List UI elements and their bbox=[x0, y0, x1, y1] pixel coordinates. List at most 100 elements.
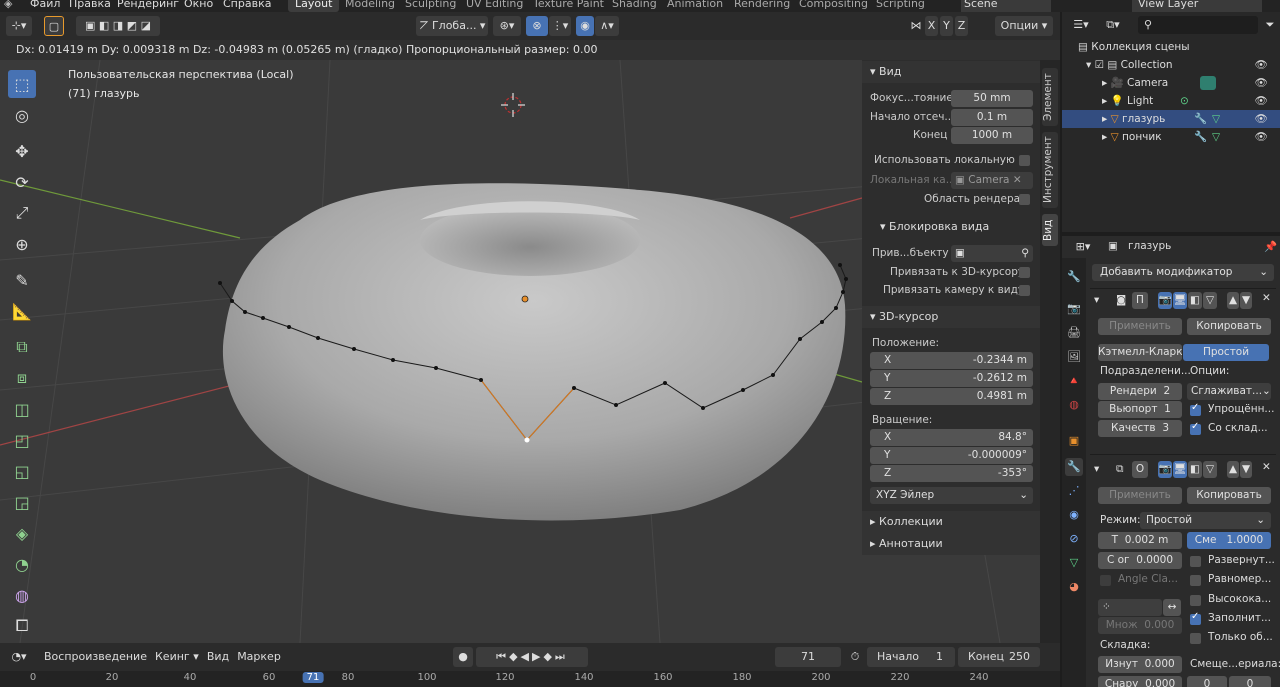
physics-props-icon[interactable]: ◉ bbox=[1065, 506, 1083, 524]
stopwatch-icon[interactable]: ⏱ bbox=[845, 647, 865, 667]
add-modifier-dropdown[interactable]: Добавить модификатор ⌄ bbox=[1092, 264, 1274, 281]
world-props-icon[interactable]: ◍ bbox=[1065, 396, 1083, 414]
current-frame-indicator[interactable]: 71 bbox=[302, 672, 324, 683]
cursor-rot-z-field[interactable]: Z -353° bbox=[870, 465, 1033, 482]
solidify-mode-dropdown[interactable]: Простой ⌄ bbox=[1140, 512, 1271, 529]
outliner-scene-collection[interactable]: ▤ Коллекция сцены bbox=[1062, 38, 1280, 56]
editor-type-button[interactable]: ⊹▾ bbox=[6, 16, 32, 36]
annotations-header[interactable]: ▸ Аннотации bbox=[862, 533, 1040, 555]
simplify-checkbox[interactable] bbox=[1190, 402, 1201, 416]
transform-orientation-select[interactable]: ⦢ Глоба... ▾ bbox=[416, 16, 488, 36]
tab-texture-paint[interactable]: Texture Paint bbox=[526, 0, 611, 12]
offset-field[interactable]: Сме 1.0000 bbox=[1187, 532, 1271, 549]
mesh-data-icon[interactable]: ▽ bbox=[1212, 128, 1220, 146]
snap-target-icon[interactable]: ⋮▾ bbox=[549, 16, 571, 36]
proportional-edit-icon[interactable]: ◉ bbox=[576, 16, 594, 36]
tab-layout[interactable]: Layout bbox=[288, 0, 340, 12]
timeline-ruler[interactable]: 0 20 40 60 71 80 100 120 140 160 180 200… bbox=[0, 671, 1060, 687]
rotation-mode-select[interactable]: XYZ Эйлер ⌄ bbox=[870, 487, 1033, 504]
modifier1-editmode-toggle-icon[interactable]: ◧ bbox=[1188, 292, 1202, 309]
transform-tool-icon[interactable]: ⊕ bbox=[8, 230, 36, 258]
eye-icon[interactable]: 👁 bbox=[1255, 110, 1268, 128]
spin-tool-icon[interactable]: ◔ bbox=[8, 550, 36, 578]
eye-icon[interactable]: 👁 bbox=[1255, 92, 1268, 110]
modifier1-apply-button[interactable]: Применить bbox=[1098, 318, 1182, 335]
current-frame-field[interactable]: 71 bbox=[775, 647, 841, 667]
angle-clamp-checkbox[interactable] bbox=[1100, 575, 1111, 586]
modifier1-cage-toggle-icon[interactable]: ▽ bbox=[1203, 292, 1217, 309]
proportional-falloff-icon[interactable]: ∧▾ bbox=[595, 16, 619, 36]
material-offset-a-field[interactable]: 0 bbox=[1187, 676, 1227, 687]
options-dropdown[interactable]: Опции ▾ bbox=[995, 16, 1053, 36]
uv-smooth-dropdown[interactable]: Сглаживат...⌄ bbox=[1187, 383, 1271, 400]
modifier2-copy-button[interactable]: Копировать bbox=[1187, 487, 1271, 504]
end-frame-field[interactable]: Конец 250 bbox=[958, 647, 1040, 667]
loop-cut-tool-icon[interactable]: ◱ bbox=[8, 457, 36, 485]
pivot-point-icon[interactable]: ⊛▾ bbox=[493, 16, 521, 36]
tab-shading[interactable]: Shading bbox=[605, 0, 664, 12]
modifier2-name-field[interactable]: О bbox=[1132, 461, 1148, 478]
keying-menu[interactable]: Кеинг ▾ bbox=[151, 647, 201, 667]
add-cube-tool-icon[interactable]: ⧉ bbox=[8, 333, 36, 361]
catmull-clark-button[interactable]: Кэтмелл-Кларк bbox=[1098, 344, 1182, 361]
menu-file[interactable]: Файл bbox=[30, 0, 60, 10]
cursor-loc-z-field[interactable]: Z 0.4981 m bbox=[870, 388, 1033, 405]
lock-camera-checkbox[interactable] bbox=[1019, 285, 1030, 296]
outliner-editor-icon[interactable]: ☰▾ bbox=[1066, 16, 1096, 34]
tool-props-icon[interactable]: 🔧 bbox=[1065, 268, 1083, 286]
collapse-arrow-icon[interactable]: ▾ bbox=[1094, 463, 1099, 475]
use-creases-checkbox[interactable] bbox=[1190, 421, 1201, 435]
thickness-field[interactable]: Т 0.002 m bbox=[1098, 532, 1182, 549]
snap-toggle-icon[interactable]: ⊗ bbox=[526, 16, 548, 36]
light-data-icon[interactable]: ⊙ bbox=[1180, 92, 1189, 110]
clip-end-field[interactable]: 1000 m bbox=[951, 127, 1033, 144]
data-props-icon[interactable]: ▽ bbox=[1065, 554, 1083, 572]
rotate-tool-icon[interactable]: ⟳ bbox=[8, 168, 36, 196]
select-box-mode-icon[interactable]: ▢ bbox=[44, 16, 64, 36]
modifier2-apply-button[interactable]: Применить bbox=[1098, 487, 1182, 504]
camera-data-icon[interactable] bbox=[1200, 76, 1216, 90]
axis-z-toggle[interactable]: Z bbox=[955, 16, 968, 36]
checkbox-icon[interactable]: ☑ bbox=[1095, 59, 1108, 71]
record-icon[interactable]: ● bbox=[453, 647, 473, 667]
tab-item[interactable]: Элемент bbox=[1042, 68, 1058, 126]
extrude-tool-icon[interactable]: ⧈ bbox=[8, 364, 36, 392]
clamp-field[interactable]: С ог 0.0000 bbox=[1098, 552, 1182, 569]
playback-menu[interactable]: Воспроизведение ▾ bbox=[40, 647, 148, 683]
invert-vertex-group-icon[interactable]: ↔ bbox=[1163, 599, 1181, 616]
pin-icon[interactable]: 📌 bbox=[1264, 240, 1277, 253]
scale-tool-icon[interactable]: ⤢ bbox=[8, 199, 36, 227]
tab-animation[interactable]: Animation bbox=[660, 0, 730, 12]
tab-uv-editing[interactable]: UV Editing bbox=[459, 0, 530, 12]
modifier1-remove-icon[interactable]: ✕ bbox=[1262, 292, 1271, 304]
properties-editor-icon[interactable]: ⊞▾ bbox=[1068, 238, 1098, 256]
tab-scripting[interactable]: Scripting bbox=[869, 0, 932, 12]
tab-modeling[interactable]: Modeling bbox=[338, 0, 402, 12]
factor-field[interactable]: Множ 0.000 bbox=[1098, 617, 1182, 634]
flip-normals-checkbox[interactable] bbox=[1190, 556, 1201, 567]
3d-cursor-header[interactable]: ▾ 3D-курсор bbox=[862, 306, 1040, 328]
view-lock-header[interactable]: ▾ Блокировка вида bbox=[862, 216, 1040, 238]
tab-rendering[interactable]: Rendering bbox=[727, 0, 797, 12]
move-tool-icon[interactable]: ✥ bbox=[8, 137, 36, 165]
eye-icon[interactable]: 👁 bbox=[1255, 74, 1268, 92]
cursor-rot-x-field[interactable]: X 84.8° bbox=[870, 429, 1033, 446]
particles-props-icon[interactable]: ⋰ bbox=[1065, 482, 1083, 500]
axis-y-toggle[interactable]: Y bbox=[940, 16, 953, 36]
outliner-item-donut[interactable]: ▸ ▽ пончик 🔧 ▽ 👁 bbox=[1062, 128, 1280, 146]
clip-start-field[interactable]: 0.1 m bbox=[951, 109, 1033, 126]
tab-view[interactable]: Вид bbox=[1042, 214, 1058, 246]
bevel-tool-icon[interactable]: ◰ bbox=[8, 426, 36, 454]
modifier1-camera-toggle-icon[interactable]: 📷 bbox=[1158, 292, 1172, 309]
quality-field[interactable]: Качеств 3 bbox=[1098, 420, 1182, 437]
modifier2-cage-toggle-icon[interactable]: ▽ bbox=[1203, 461, 1217, 478]
tab-compositing[interactable]: Compositing bbox=[792, 0, 875, 12]
render-props-icon[interactable]: 📷 bbox=[1065, 300, 1083, 318]
playback-controls[interactable]: ⏮◆◀▶◆⏭ bbox=[476, 647, 588, 667]
eyedropper-icon[interactable]: ⚲ bbox=[1021, 245, 1029, 262]
cursor-loc-y-field[interactable]: Y -0.2612 m bbox=[870, 370, 1033, 387]
modifier-props-icon[interactable]: 🔧 bbox=[1065, 458, 1083, 476]
expand-arrow-icon[interactable]: ▸ bbox=[1102, 113, 1111, 125]
local-camera-field[interactable]: ▣ Camera ✕ bbox=[951, 172, 1033, 189]
collections-header[interactable]: ▸ Коллекции bbox=[862, 511, 1040, 533]
